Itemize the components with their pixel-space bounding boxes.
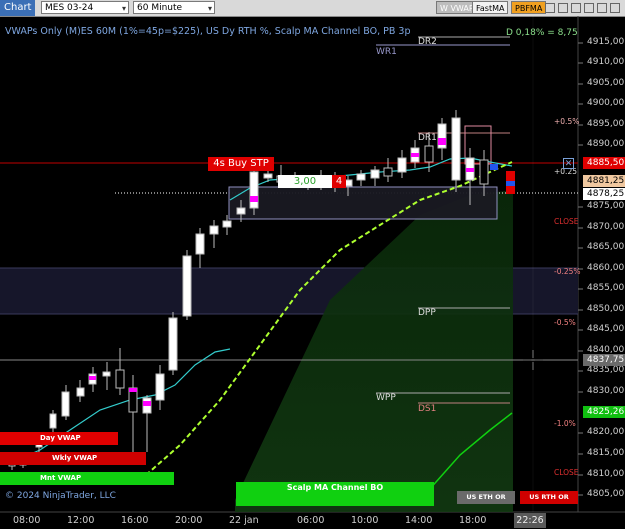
close-order-icon[interactable]: ✕	[563, 158, 574, 169]
y-tick-label: 4900,00	[587, 98, 625, 108]
y-tick-label: 4815,00	[587, 448, 625, 458]
y-tick-label: 4865,00	[587, 242, 625, 252]
y-tick-label: 4810,00	[587, 469, 625, 479]
pct-label: CLOSE	[554, 468, 579, 477]
price-tag: 4881,25	[583, 175, 625, 187]
ds1-label: DS1	[418, 404, 437, 414]
x-current-time: 22:26	[514, 513, 546, 528]
y-tick-label: 4890,00	[587, 139, 625, 149]
y-tick-label: 4905,00	[587, 78, 625, 88]
current-bar-marker	[506, 181, 515, 186]
y-tick-label: 4845,00	[587, 324, 625, 334]
current-bar-marker	[506, 186, 515, 194]
x-tick-label: 22 jan	[229, 515, 259, 526]
y-tick-label: 4830,00	[587, 386, 625, 396]
x-tick-label: 10:00	[351, 515, 379, 526]
blue-marker	[490, 164, 498, 170]
mnt-vwap-bar: Mnt VWAP	[0, 472, 174, 485]
chart-window: { "toolbar": { "chart_tab": "Chart", "in…	[0, 0, 625, 529]
price-tag: 4885,50	[583, 157, 625, 169]
dpp-label: DPP	[418, 308, 436, 318]
wr1-label: WR1	[376, 47, 397, 57]
x-tick-label: 14:00	[405, 515, 433, 526]
y-tick-label: 4850,00	[587, 304, 625, 314]
y-tick-label: 4870,00	[587, 222, 625, 232]
y-tick-label: 4820,00	[587, 427, 625, 437]
current-bar-marker	[506, 171, 515, 181]
pct-label: +0.5%	[554, 117, 580, 126]
y-tick-label: 4855,00	[587, 283, 625, 293]
y-tick-label: 4860,00	[587, 263, 625, 273]
y-tick-label: 4895,00	[587, 119, 625, 129]
pct-label: CLOSE	[554, 217, 579, 226]
order-quantity-badge[interactable]: 4	[332, 175, 346, 188]
pct-label: -1.0%	[554, 419, 576, 428]
scalp-box	[228, 186, 498, 220]
y-tick-label: 4835,00	[587, 365, 625, 375]
distance-readout: D 0,18% = 8,75	[506, 28, 578, 38]
cyan-ma-left	[11, 348, 231, 463]
x-tick-label: 08:00	[13, 515, 41, 526]
wpp-label: WPP	[376, 393, 396, 403]
dr1-label: DR1	[418, 133, 437, 143]
x-tick-label: 16:00	[121, 515, 149, 526]
y-tick-label: 4910,00	[587, 57, 625, 67]
price-chart[interactable]	[0, 0, 625, 529]
x-tick-label: 20:00	[175, 515, 203, 526]
us-eth-or-button[interactable]: US ETH OR	[457, 491, 515, 504]
x-tick-label: 18:00	[459, 515, 487, 526]
wkly-vwap-bar: Wkly VWAP	[0, 452, 146, 465]
green-fill-area	[235, 190, 513, 512]
dr2-label: DR2	[418, 37, 437, 47]
y-tick-label: 4915,00	[587, 37, 625, 47]
price-tag: 4837,75	[583, 354, 625, 366]
pct-label: -0.5%	[554, 318, 576, 327]
x-tick-label: 06:00	[297, 515, 325, 526]
chart-title: VWAPs Only (M)ES 60M (1%=45p=$225), US D…	[5, 26, 411, 37]
pct-label: -0.25%	[554, 267, 581, 276]
day-vwap-bar: Day VWAP	[0, 432, 118, 445]
price-tag: 4878,25	[583, 188, 625, 200]
y-tick-label: 4875,00	[587, 201, 625, 211]
us-rth-or-button[interactable]: US RTH OR	[520, 491, 578, 504]
copyright: © 2024 NinjaTrader, LLC	[5, 491, 116, 501]
x-tick-label: 12:00	[67, 515, 95, 526]
y-tick-label: 4805,00	[587, 489, 625, 499]
order-quantity[interactable]: 3,00	[278, 175, 332, 188]
scalp-ma-channel-bar: Scalp MA Channel BO	[236, 482, 434, 506]
price-tag: 4825,26	[583, 406, 625, 418]
buy-stop-order[interactable]: 4s Buy STP	[208, 157, 274, 171]
